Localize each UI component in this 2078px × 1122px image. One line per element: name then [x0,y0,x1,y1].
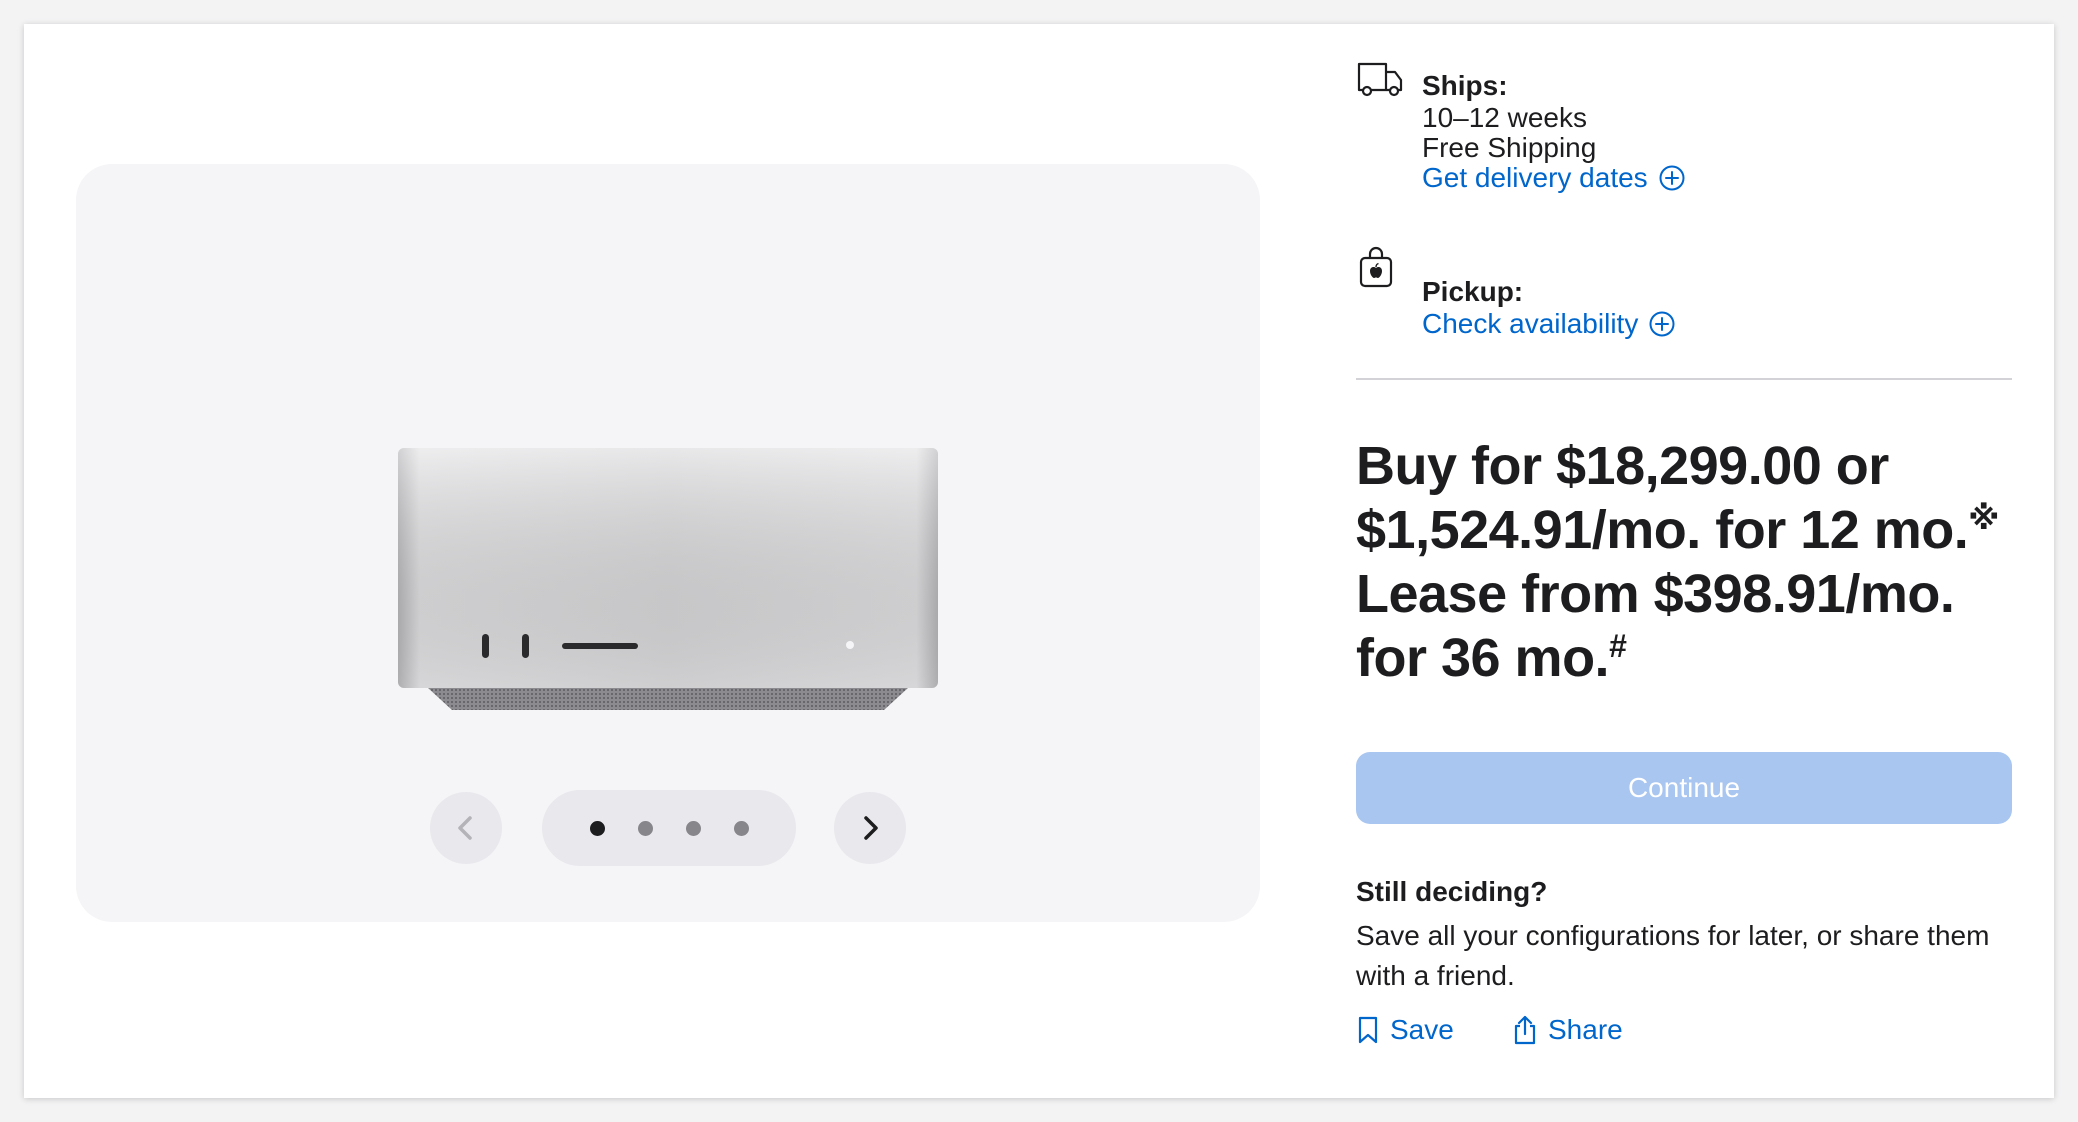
buy-price-line: Buy for $18,299.00 or [1356,434,2016,498]
shipping-cost: Free Shipping [1422,132,1597,163]
gallery-prev-button[interactable] [430,792,502,864]
truck-icon [1357,62,1403,97]
chevron-left-icon [458,816,472,840]
ship-lead-time: 10–12 weeks [1422,102,1588,133]
price-summary: Buy for $18,299.00 or $1,524.91/mo. for … [1356,434,2016,690]
gallery-dot-4[interactable] [733,820,749,836]
gallery-next-button[interactable] [834,792,906,864]
plus-circle-icon [1659,165,1685,191]
continue-button[interactable]: Continue [1356,752,2012,824]
chevron-right-icon [864,816,878,840]
section-divider [1356,378,2012,380]
lease-term-line: for 36 mo.# [1356,626,2016,690]
gallery-dot-2[interactable] [637,820,653,836]
lease-price-line: Lease from $398.91/mo. [1356,564,1955,624]
bookmark-icon [1358,1016,1378,1044]
still-deciding-title: Still deciding? [1356,876,1548,907]
lease-term: for 36 mo. [1356,628,1610,688]
share-icon [1514,1015,1536,1045]
monthly-footnote-marker[interactable]: ※ [1968,500,1999,536]
get-delivery-dates-label: Get delivery dates [1422,162,1648,193]
purchase-panel: Ships: 10–12 weeks Free Shipping Get del… [1356,24,2016,1098]
still-deciding-text: Save all your configurations for later, … [1356,920,1990,991]
lease-footnote-marker[interactable]: # [1609,628,1627,664]
plus-circle-icon [1649,311,1675,337]
gallery-dot-1[interactable] [589,820,605,836]
or-text: or [1821,436,1890,496]
pickup-label: Pickup: [1422,276,1524,307]
buy-price: $18,299.00 [1556,436,1822,496]
product-gallery [76,164,1260,922]
gallery-dot-3[interactable] [685,820,701,836]
check-availability-link[interactable]: Check availability [1422,308,1676,340]
check-availability-label: Check availability [1422,308,1639,339]
share-button[interactable]: Share [1512,1014,1623,1046]
product-config-card: Ships: 10–12 weeks Free Shipping Get del… [24,24,2054,1098]
buy-prefix: Buy for [1356,436,1557,496]
monthly-price: $1,524.91/mo. for 12 mo. [1356,500,1969,560]
gallery-pagination [542,790,796,866]
save-button[interactable]: Save [1356,1014,1454,1046]
ships-label: Ships: [1422,70,1508,101]
share-label: Share [1548,1014,1623,1045]
save-label: Save [1390,1014,1454,1045]
monthly-price-line: $1,524.91/mo. for 12 mo.※ [1356,498,2016,562]
mac-studio-image [398,448,938,710]
shopping-bag-icon [1359,246,1393,288]
get-delivery-dates-link[interactable]: Get delivery dates [1422,162,1686,194]
